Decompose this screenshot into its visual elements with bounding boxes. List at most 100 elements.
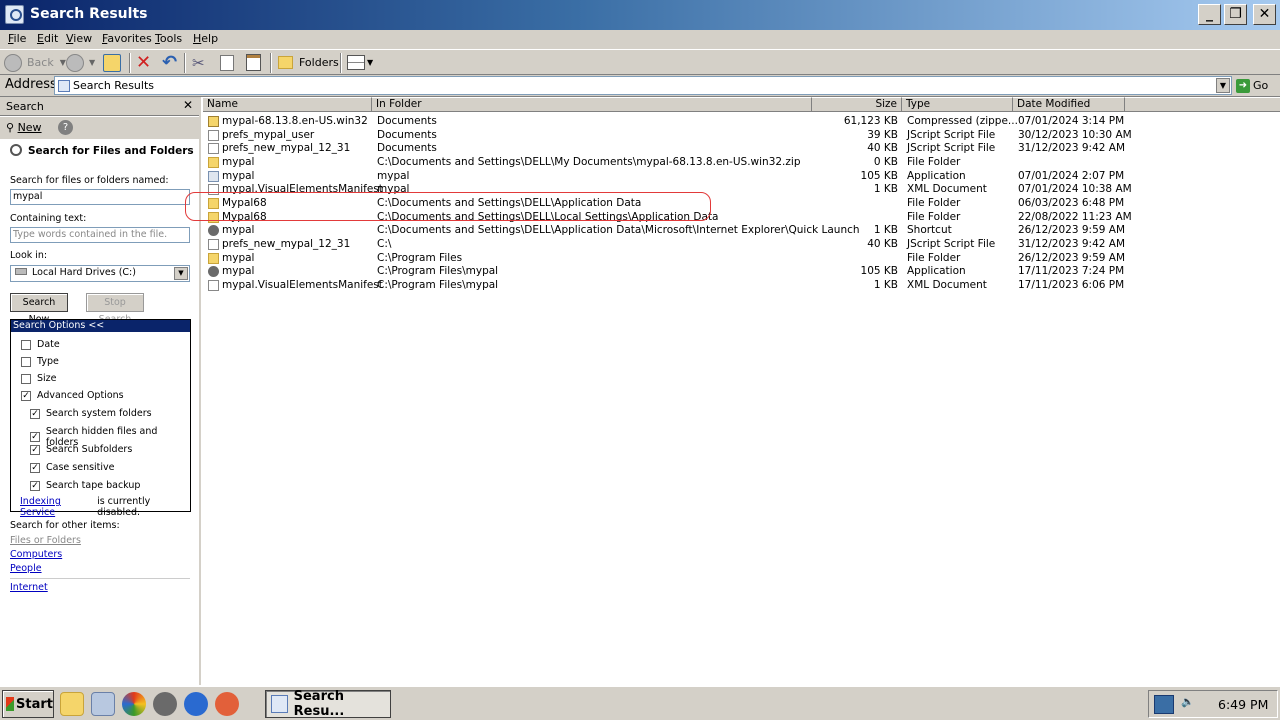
column-header-name[interactable]: Name — [203, 97, 372, 112]
restore-button[interactable]: ❐ — [1224, 4, 1247, 25]
results-list: Name In Folder Size Type Date Modified m… — [203, 97, 1280, 685]
toolbar-separator — [270, 53, 272, 73]
table-row[interactable]: mypal-68.13.8.en-US.win32 Documents 61,123… — [203, 115, 1280, 129]
address-dropdown-icon[interactable]: ▼ — [1216, 78, 1230, 93]
checkbox-date[interactable] — [21, 339, 31, 350]
address-field[interactable]: Search Results ▼ — [54, 76, 1232, 95]
volume-icon[interactable]: 🔈 — [1181, 695, 1203, 714]
forward-button[interactable]: ▼ — [66, 52, 95, 73]
menu-view[interactable]: View — [66, 32, 92, 45]
menu-favorites[interactable]: Favorites — [102, 32, 152, 45]
undo-button[interactable]: ↶ — [162, 52, 177, 73]
menu-help[interactable]: Help — [193, 32, 218, 45]
table-row[interactable]: mypal C:\Program Files\mypal 105 KB Applica… — [203, 265, 1280, 279]
quicklaunch-explorer-icon[interactable] — [60, 692, 84, 716]
menu-edit[interactable]: Edit — [37, 32, 58, 45]
network-icon[interactable] — [1154, 695, 1174, 714]
computers-link[interactable]: Computers — [10, 549, 62, 560]
taskbar-search-results[interactable]: Search Resu... — [265, 689, 391, 719]
option-advanced[interactable]: ✓ Advanced Options — [21, 390, 124, 401]
views-dropdown-icon: ▼ — [367, 58, 374, 67]
table-row[interactable]: mypal.VisualElementsManifest C:\Program F… — [203, 279, 1280, 293]
back-button[interactable]: Back ▼ — [4, 52, 66, 73]
delete-button[interactable]: ✕ — [136, 52, 151, 73]
stop-search-button[interactable]: Stop Search — [86, 293, 144, 325]
table-row[interactable]: prefs_new_mypal_12_31 Documents 40 KB JScri… — [203, 142, 1280, 156]
option-tape-backup[interactable]: ✓ Search tape backup — [30, 480, 140, 491]
cell-date: 26/12/2023 9:59 AM — [1018, 251, 1126, 264]
quicklaunch-mypal-icon[interactable] — [153, 692, 177, 716]
title-bar[interactable]: Search Results _ ❐ ✕ — [0, 0, 1280, 30]
close-pane-icon[interactable]: ✕ — [183, 98, 193, 112]
views-button[interactable]: ▼ — [347, 52, 373, 73]
start-button[interactable]: Start — [2, 690, 54, 718]
files-or-folders-link[interactable]: Files or Folders — [10, 535, 81, 546]
quicklaunch-calculator-icon[interactable] — [91, 692, 115, 716]
indexing-service-link[interactable]: Indexing Service — [20, 496, 94, 518]
containing-text-input[interactable]: Type words contained in the file. — [10, 227, 190, 243]
option-type[interactable]: Type — [21, 356, 59, 367]
search-pane-title: Search — [6, 100, 44, 113]
quicklaunch-ccleaner-icon[interactable] — [215, 692, 239, 716]
column-header-date-modified[interactable]: Date Modified — [1013, 97, 1125, 112]
column-header-type[interactable]: Type — [902, 97, 1013, 112]
new-search-button[interactable]: ⚲ New — [6, 121, 42, 134]
table-row[interactable]: prefs_mypal_user Documents 39 KB JScript Sc… — [203, 129, 1280, 143]
checkbox-size[interactable] — [21, 373, 31, 384]
paste-button[interactable] — [246, 52, 261, 73]
menu-tools[interactable]: Tools — [155, 32, 182, 45]
cell-date: 17/11/2023 7:24 PM — [1018, 265, 1125, 278]
option-date[interactable]: Date — [21, 339, 60, 350]
back-dropdown-icon[interactable]: ▼ — [60, 58, 66, 67]
up-folder-button[interactable] — [103, 52, 121, 73]
folders-button[interactable]: Folders — [278, 52, 339, 73]
go-button[interactable]: ➜ Go — [1236, 76, 1278, 95]
look-in-select[interactable]: Local Hard Drives (C:) ▼ — [10, 265, 190, 282]
checkbox-tape-backup[interactable]: ✓ — [30, 480, 40, 491]
option-subfolders[interactable]: ✓ Search Subfolders — [30, 444, 132, 455]
search-pane-toolbar: ⚲ New ? — [0, 117, 199, 139]
clock[interactable]: 6:49 PM — [1218, 697, 1268, 712]
column-header-size[interactable]: Size — [812, 97, 902, 112]
checkbox-subfolders[interactable]: ✓ — [30, 444, 40, 455]
table-row[interactable]: mypal C:\Documents and Settings\DELL\My D… — [203, 156, 1280, 170]
look-in-dropdown-icon[interactable]: ▼ — [174, 267, 188, 280]
quicklaunch-chrome-icon[interactable] — [122, 692, 146, 716]
checkbox-advanced[interactable]: ✓ — [21, 390, 31, 401]
option-case-sensitive[interactable]: ✓ Case sensitive — [30, 462, 115, 473]
copy-button[interactable] — [220, 52, 234, 73]
cell-type: File Folder — [907, 196, 961, 209]
folders-icon — [278, 56, 293, 69]
option-system-folders[interactable]: ✓ Search system folders — [30, 408, 152, 419]
search-options-header[interactable]: Search Options << — [11, 320, 190, 332]
checkbox-case-sensitive[interactable]: ✓ — [30, 462, 40, 473]
people-link[interactable]: People — [10, 563, 42, 574]
menu-file[interactable]: File — [8, 32, 26, 45]
close-button[interactable]: ✕ — [1253, 4, 1276, 25]
quicklaunch-browser-icon[interactable] — [184, 692, 208, 716]
checkbox-hidden-files[interactable]: ✓ — [30, 432, 40, 442]
internet-link[interactable]: Internet — [10, 582, 48, 593]
table-row[interactable]: prefs_new_mypal_12_31 C:\ 40 KB JScript Scr… — [203, 238, 1280, 252]
cell-folder: C:\Program Files — [377, 251, 463, 264]
cut-button[interactable]: ✂ — [192, 52, 205, 73]
undo-icon: ↶ — [162, 52, 178, 73]
search-results-icon — [271, 695, 288, 713]
filename-input[interactable]: mypal — [10, 189, 190, 205]
option-case-sensitive-label: Case sensitive — [46, 462, 115, 473]
minimize-icon: _ — [1206, 6, 1213, 22]
table-row[interactable]: mypal C:\Documents and Settings\DELL\Appl… — [203, 224, 1280, 238]
raccoon-file-icon — [208, 266, 219, 278]
column-header-in-folder[interactable]: In Folder — [372, 97, 812, 112]
cell-date: 07/01/2024 2:07 PM — [1018, 169, 1125, 182]
help-icon[interactable]: ? — [58, 120, 73, 135]
search-pane: Search ✕ ⚲ New ? Search for Files and Fo… — [0, 97, 201, 685]
table-row[interactable]: mypal C:\Program Files File Folder 26/12/20… — [203, 252, 1280, 266]
checkbox-type[interactable] — [21, 356, 31, 367]
minimize-button[interactable]: _ — [1198, 4, 1221, 25]
option-size[interactable]: Size — [21, 373, 57, 384]
checkbox-system-folders[interactable]: ✓ — [30, 408, 40, 419]
table-row[interactable]: mypal mypal 105 KB Application 07/01/2024 2:… — [203, 170, 1280, 184]
search-now-button[interactable]: Search Now — [10, 293, 68, 325]
forward-dropdown-icon[interactable]: ▼ — [89, 58, 95, 67]
